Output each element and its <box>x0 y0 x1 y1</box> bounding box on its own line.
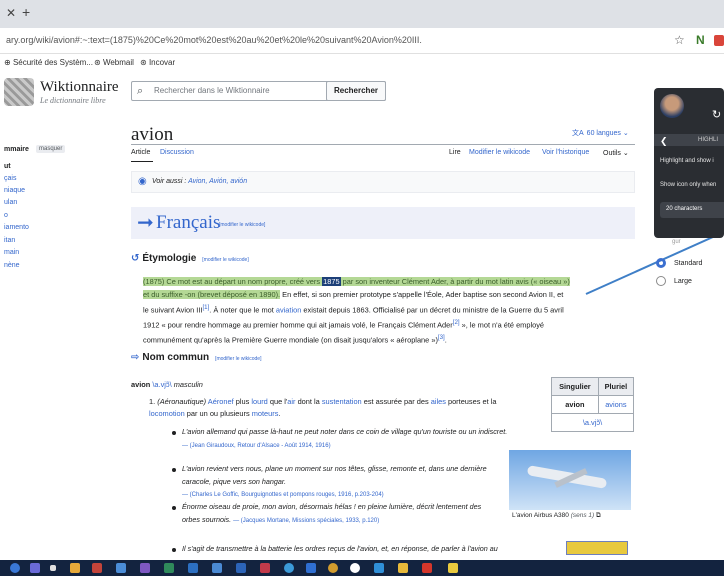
app-icon[interactable] <box>140 563 150 573</box>
chrome-icon[interactable] <box>350 563 360 573</box>
app-icon[interactable] <box>212 563 222 573</box>
app-icon[interactable] <box>164 563 174 573</box>
app-icon[interactable] <box>374 563 384 573</box>
app-icon[interactable] <box>92 563 102 573</box>
app-icon[interactable] <box>236 563 246 573</box>
taskbar <box>0 560 724 576</box>
app-icon[interactable] <box>70 563 80 573</box>
option-show-icon[interactable]: Show icon only when <box>660 182 716 188</box>
pdf-icon[interactable] <box>422 563 432 573</box>
popup-heading: HIGHLI <box>698 137 719 143</box>
option-highlight-show[interactable]: Highlight and show i <box>660 158 714 164</box>
annotation-arrow-line <box>585 231 724 295</box>
app-icon[interactable] <box>116 563 126 573</box>
annotation-arrow <box>585 231 724 295</box>
back-chevron-icon[interactable]: ❮ <box>660 136 668 147</box>
radio-standard-label: Standard <box>674 260 703 267</box>
refresh-icon[interactable]: ↻ <box>712 108 721 121</box>
radio-large-label: Large <box>674 278 692 285</box>
app-icon[interactable] <box>50 565 56 571</box>
size-label: gur <box>672 239 681 245</box>
app-icon[interactable] <box>188 563 198 573</box>
start-icon[interactable] <box>10 563 20 573</box>
extension-popup: ↻ ❮ HIGHLI Highlight and show i Show ico… <box>654 88 724 238</box>
edge-icon[interactable] <box>284 563 294 573</box>
app-icon[interactable] <box>448 563 458 573</box>
character-threshold-select[interactable]: 20 characters <box>660 202 724 218</box>
avatar[interactable] <box>660 94 684 118</box>
file-explorer-icon[interactable] <box>398 563 408 573</box>
app-icon[interactable] <box>328 563 338 573</box>
app-icon[interactable] <box>306 563 316 573</box>
app-icon[interactable] <box>30 563 40 573</box>
radio-standard[interactable] <box>656 258 666 268</box>
app-icon[interactable] <box>260 563 270 573</box>
radio-large[interactable] <box>656 276 666 286</box>
